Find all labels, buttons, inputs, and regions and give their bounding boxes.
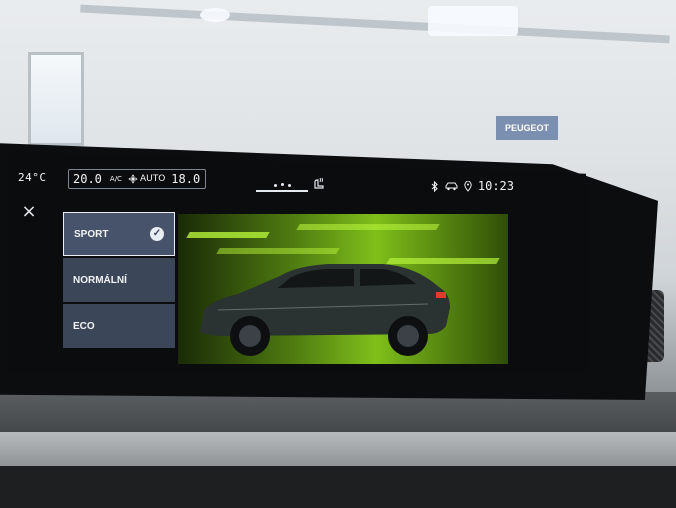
ceiling-light bbox=[428, 6, 518, 36]
dashboard-trim bbox=[0, 432, 676, 466]
outside-temperature: 24°C bbox=[18, 171, 47, 184]
ceiling-light-small bbox=[200, 8, 230, 22]
location-icon bbox=[464, 180, 472, 192]
close-icon: × bbox=[21, 201, 37, 222]
passenger-temperature: 18.0 bbox=[171, 172, 201, 186]
showroom-sign: PEUGEOT bbox=[496, 116, 558, 140]
ac-label: A/C bbox=[109, 175, 122, 183]
drive-mode-normal[interactable]: NORMÁLNÍ bbox=[63, 258, 175, 302]
showroom-sign-text: PEUGEOT bbox=[504, 123, 549, 133]
infotainment-screen: 24°C 20.0 A/C AUTO 18.0 10:23 × SPORT ✓ … bbox=[8, 152, 586, 370]
drive-mode-label: NORMÁLNÍ bbox=[73, 274, 127, 286]
drive-mode-label: SPORT bbox=[74, 228, 109, 240]
auto-label: AUTO bbox=[139, 174, 166, 184]
car-icon bbox=[445, 182, 458, 191]
drive-mode-label: ECO bbox=[73, 320, 95, 332]
status-icons: 10:23 bbox=[431, 179, 514, 193]
close-button[interactable]: × bbox=[20, 203, 38, 221]
showroom-window bbox=[28, 52, 84, 146]
seat-dot-left bbox=[274, 184, 277, 187]
seat-heat-icon[interactable] bbox=[312, 176, 326, 190]
dashboard-lower bbox=[0, 466, 676, 508]
check-icon: ✓ bbox=[150, 227, 164, 241]
seat-dot-right bbox=[288, 184, 291, 187]
drive-mode-visual bbox=[178, 214, 508, 364]
seat-dot-center bbox=[281, 183, 284, 186]
bluetooth-icon bbox=[431, 180, 438, 192]
drive-mode-sport[interactable]: SPORT ✓ bbox=[63, 212, 175, 256]
clock: 10:23 bbox=[477, 179, 514, 193]
seat-indicator-line bbox=[256, 190, 308, 192]
car-image bbox=[200, 264, 450, 356]
fan-icon bbox=[128, 174, 138, 184]
seat-controls[interactable] bbox=[256, 174, 326, 194]
drive-mode-list: SPORT ✓ NORMÁLNÍ ECO bbox=[63, 212, 175, 350]
climate-control[interactable]: 20.0 A/C AUTO 18.0 bbox=[68, 169, 206, 189]
auto-mode: AUTO bbox=[128, 174, 165, 184]
driver-temperature: 20.0 bbox=[73, 172, 102, 186]
drive-mode-eco[interactable]: ECO bbox=[63, 304, 175, 348]
